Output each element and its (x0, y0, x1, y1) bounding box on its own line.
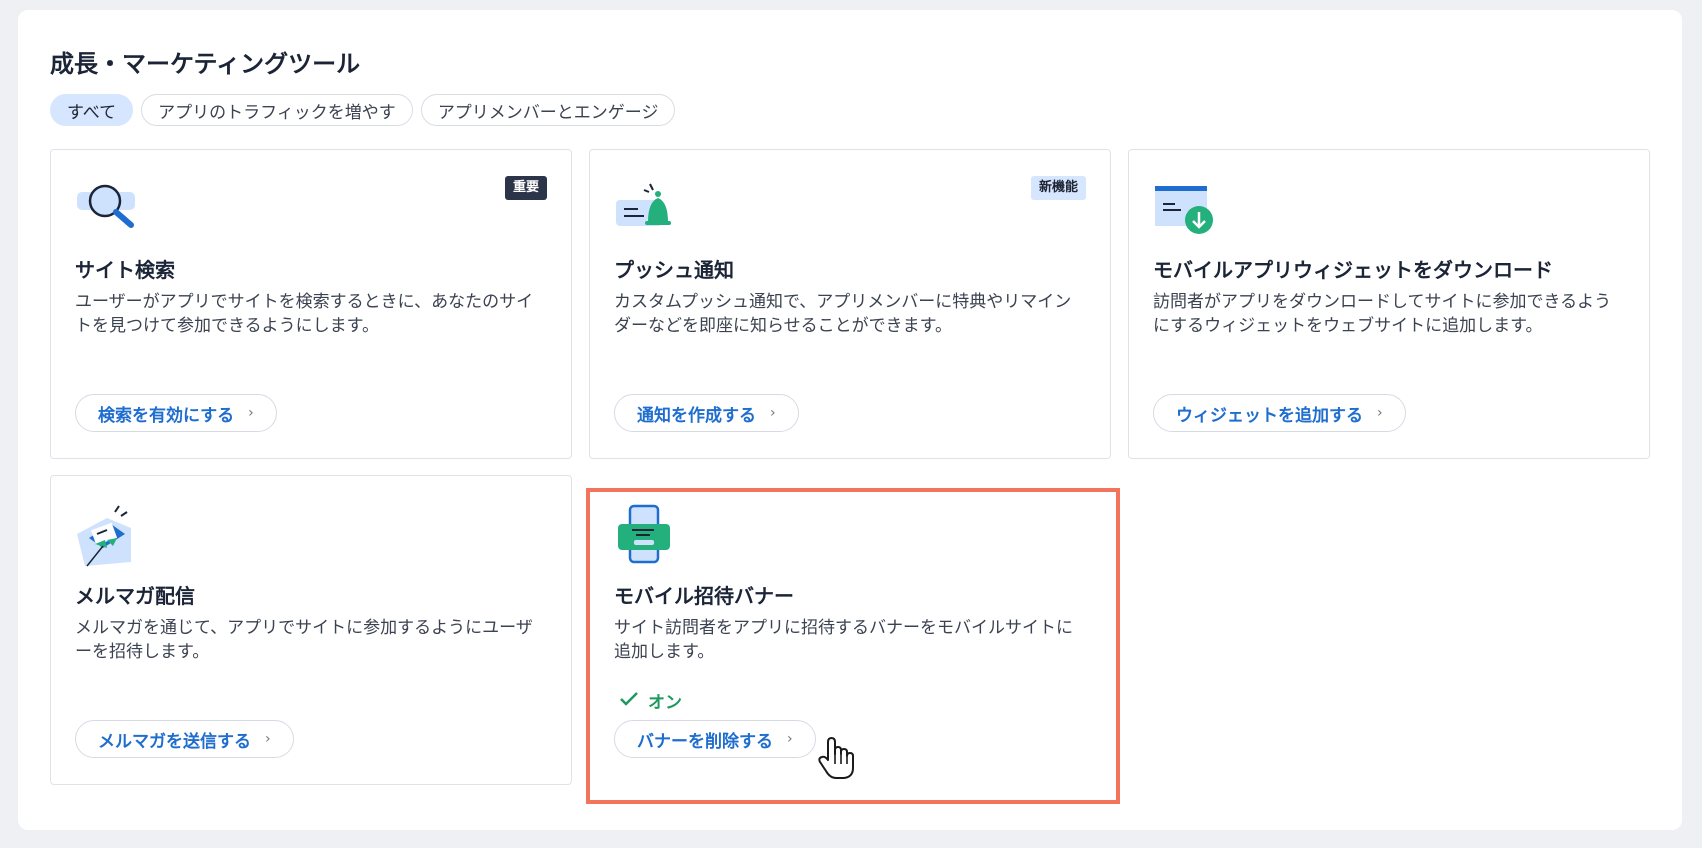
chevron-right-icon: › (248, 405, 254, 421)
envelope-icon (75, 504, 139, 568)
card-description: ユーザーがアプリでサイトを検索するときに、あなたのサイトを見つけて参加できるよう… (75, 292, 534, 336)
button-label: ウィジェットを追加する (1176, 405, 1363, 426)
section-title: 成長・マーケティングツール (50, 50, 361, 78)
enable-search-button[interactable]: 検索を有効にする › (75, 394, 277, 432)
filter-chip-engage[interactable]: アプリメンバーとエンゲージ (420, 94, 676, 126)
remove-banner-button[interactable]: バナーを削除する › (614, 720, 816, 758)
chevron-right-icon: › (787, 731, 793, 747)
send-newsletter-button[interactable]: メルマガを送信する › (75, 720, 294, 758)
add-widget-button[interactable]: ウィジェットを追加する › (1153, 394, 1406, 432)
button-label: 検索を有効にする (98, 405, 235, 426)
card-newsletter: メルマガ配信 メルマガを通じて、アプリでサイトに参加するようにユーザーを招待しま… (50, 475, 572, 785)
button-label: メルマガを送信する (98, 731, 251, 752)
filter-chip-all[interactable]: すべて (50, 94, 134, 126)
card-title: モバイルアプリウィジェットをダウンロード (1153, 258, 1553, 282)
card-description: サイト訪問者をアプリに招待するバナーをモバイルサイトに追加します。 (614, 618, 1073, 662)
bell-icon (614, 178, 678, 242)
card-description: カスタムプッシュ通知で、アプリメンバーに特典やリマインダーなどを即座に知らせるこ… (614, 292, 1072, 336)
card-site-search: 重要 サイト検索 ユーザーがアプリでサイトを検索するときに、あなたのサイトを見つ… (50, 149, 572, 459)
button-label: バナーを削除する (637, 731, 773, 752)
card-widget-download: モバイルアプリウィジェットをダウンロード 訪問者がアプリをダウンロードしてサイト… (1128, 149, 1650, 459)
card-title: サイト検索 (75, 258, 175, 282)
new-feature-badge: 新機能 (1030, 176, 1086, 200)
card-push-notifications: 新機能 プッシュ通知 カスタムプッシュ通知で、アプリメンバーに特典やリマインダー… (589, 149, 1111, 459)
hand-cursor-icon (818, 736, 856, 780)
create-notification-button[interactable]: 通知を作成する › (614, 394, 799, 432)
search-icon (75, 178, 139, 242)
chevron-right-icon: › (1377, 405, 1383, 421)
widget-download-icon (1153, 178, 1217, 242)
status-on: オン (620, 688, 682, 713)
card-title: モバイル招待バナー (614, 584, 794, 608)
status-label: オン (648, 693, 682, 713)
chevron-right-icon: › (770, 405, 776, 421)
filter-chips: すべて アプリのトラフィックを増やす アプリメンバーとエンゲージ (50, 94, 676, 126)
chevron-right-icon: › (265, 731, 271, 747)
check-icon (620, 691, 638, 711)
card-description: メルマガを通じて、アプリでサイトに参加するようにユーザーを招待します。 (75, 618, 533, 662)
card-title: プッシュ通知 (614, 258, 734, 282)
mobile-banner-icon (614, 504, 678, 568)
card-title: メルマガ配信 (75, 584, 195, 608)
button-label: 通知を作成する (637, 405, 756, 426)
growth-marketing-panel: 成長・マーケティングツール すべて アプリのトラフィックを増やす アプリメンバー… (18, 10, 1682, 830)
card-description: 訪問者がアプリをダウンロードしてサイトに参加できるようにするウィジェットをウェブ… (1153, 292, 1612, 336)
important-badge: 重要 (504, 176, 547, 200)
filter-chip-traffic[interactable]: アプリのトラフィックを増やす (141, 94, 413, 126)
